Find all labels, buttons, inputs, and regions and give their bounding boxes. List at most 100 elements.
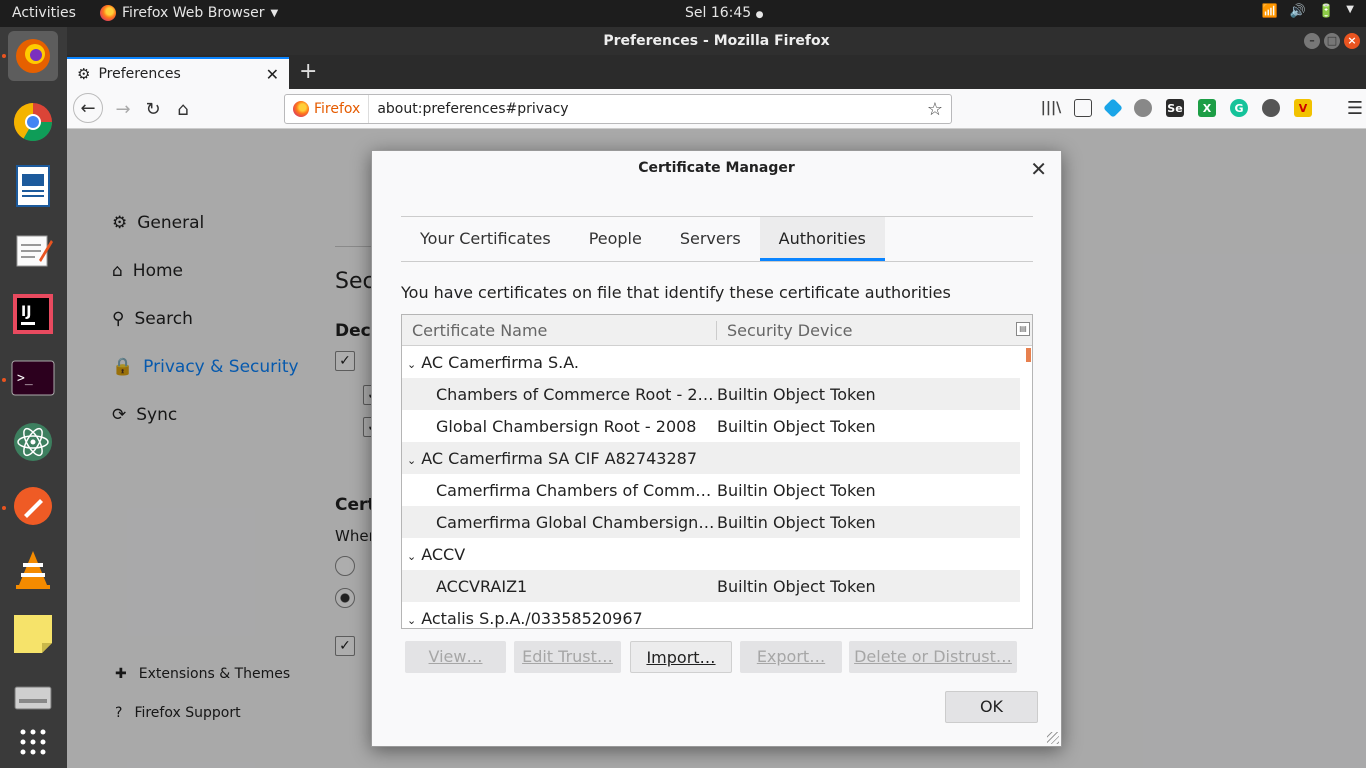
excel-icon[interactable]: X: [1198, 99, 1216, 117]
globe-icon[interactable]: [1134, 99, 1152, 117]
notepad-icon: [16, 235, 53, 267]
hamburger-menu-icon[interactable]: ☰: [1346, 98, 1364, 119]
grammarly-icon[interactable]: G: [1230, 99, 1248, 117]
extension-cube-icon[interactable]: [1103, 98, 1123, 118]
tab-title: Preferences: [98, 66, 181, 82]
library-icon[interactable]: |||\: [1041, 99, 1061, 117]
tab-preferences[interactable]: ⚙ Preferences ✕: [67, 57, 289, 89]
chevron-down-icon[interactable]: ⌄: [407, 358, 416, 371]
toolbar-extensions: |||\ Se X G V ☰: [1041, 98, 1364, 119]
close-dialog-button[interactable]: ✕: [1030, 157, 1047, 181]
export-button[interactable]: Export…: [740, 641, 842, 673]
tree-header: Certificate Name Security Device ▤: [402, 315, 1032, 346]
selenium-icon[interactable]: Se: [1166, 99, 1184, 117]
tab-authorities[interactable]: Authorities: [759, 217, 885, 261]
tree-row[interactable]: Camerfirma Global Chambersign Root Built…: [402, 506, 1020, 538]
firefox-icon: [293, 101, 309, 117]
resize-grip[interactable]: [1047, 732, 1059, 744]
tree-row-group[interactable]: ⌄ AC Camerfirma SA CIF A82743287: [402, 442, 1020, 474]
navigation-toolbar: ← → ↻ ⌂ Firefox about:preferences#privac…: [67, 89, 1366, 129]
atom-icon: [14, 423, 52, 461]
reload-button[interactable]: ↻: [139, 95, 167, 123]
dock-sticky-notes[interactable]: [8, 609, 58, 659]
activities-button[interactable]: Activities: [12, 5, 76, 21]
tree-row[interactable]: Camerfirma Chambers of Commerce Root Bui…: [402, 474, 1020, 506]
chevron-down-icon[interactable]: ⌄: [407, 454, 416, 467]
chevron-down-icon[interactable]: ⌄: [407, 614, 416, 627]
dock-intellij[interactable]: IJ: [8, 289, 58, 339]
chevron-down-icon: ▼: [1346, 4, 1354, 15]
window-title: Preferences - Mozilla Firefox: [603, 33, 830, 49]
window-controls: – □ ×: [1304, 33, 1360, 49]
dock-files[interactable]: [8, 673, 58, 723]
tab-people[interactable]: People: [570, 217, 661, 261]
clock[interactable]: Sel 16:45 ●: [685, 5, 764, 21]
tree-body: ⌄ AC Camerfirma S.A. Chambers of Commerce…: [402, 346, 1032, 628]
security-device: Builtin Object Token: [717, 416, 876, 436]
column-header-security-device[interactable]: Security Device: [716, 320, 1032, 340]
column-picker-icon[interactable]: ▤: [1016, 322, 1030, 336]
maximize-button[interactable]: □: [1324, 33, 1340, 49]
url-input[interactable]: about:preferences#privacy: [369, 101, 927, 117]
notification-dot-icon: ●: [755, 10, 764, 20]
certificate-tree[interactable]: Certificate Name Security Device ▤ ⌄ AC C…: [401, 314, 1033, 629]
tab-servers[interactable]: Servers: [661, 217, 760, 261]
certificate-manager-dialog: Certificate Manager ✕ Your Certificates …: [371, 150, 1062, 747]
tree-row-group[interactable]: ⌄ AC Camerfirma S.A.: [402, 346, 1020, 378]
drive-icon: [14, 686, 52, 710]
group-name: AC Camerfirma SA CIF A82743287: [421, 448, 698, 468]
url-bar[interactable]: Firefox about:preferences#privacy ☆: [284, 94, 952, 124]
bookmark-star-icon[interactable]: ☆: [927, 99, 951, 120]
chevron-down-icon[interactable]: ⌄: [407, 550, 416, 563]
tree-row[interactable]: ACCVRAIZ1 Builtin Object Token: [402, 570, 1020, 602]
v-extension-icon[interactable]: V: [1294, 99, 1312, 117]
certificate-name: Chambers of Commerce Root - 2008: [436, 384, 716, 404]
import-button[interactable]: Import…: [630, 641, 732, 673]
back-button[interactable]: ←: [73, 93, 103, 123]
close-window-button[interactable]: ×: [1344, 33, 1360, 49]
close-tab-icon[interactable]: ✕: [266, 65, 279, 84]
tree-row-group[interactable]: ⌄ ACCV: [402, 538, 1020, 570]
dock-chrome[interactable]: [8, 97, 58, 147]
dock-text-editor[interactable]: [8, 225, 58, 275]
battery-icon: 🔋: [1318, 4, 1335, 19]
view-button[interactable]: View…: [405, 641, 506, 673]
dock-postman[interactable]: [8, 481, 58, 531]
sidebar-icon[interactable]: [1074, 99, 1092, 117]
svg-text:>_: >_: [17, 371, 33, 386]
svg-text:IJ: IJ: [21, 304, 31, 320]
edit-trust-button[interactable]: Edit Trust…: [514, 641, 621, 673]
ubuntu-dock: IJ >_: [0, 27, 67, 768]
home-button[interactable]: ⌂: [169, 95, 197, 123]
ok-button[interactable]: OK: [945, 691, 1038, 723]
group-name: Actalis S.p.A./03358520967: [421, 608, 643, 628]
dock-atom[interactable]: [8, 417, 58, 467]
tree-row-group[interactable]: ⌄ Actalis S.p.A./03358520967: [402, 602, 1020, 628]
column-header-certificate-name[interactable]: Certificate Name: [402, 321, 716, 340]
gear-icon: ⚙: [77, 65, 91, 83]
identity-box[interactable]: Firefox: [285, 95, 370, 123]
security-device: Builtin Object Token: [717, 512, 876, 532]
dock-firefox[interactable]: [8, 31, 58, 81]
certificate-tabs: Your Certificates People Servers Authori…: [401, 216, 1033, 262]
new-tab-button[interactable]: +: [299, 61, 317, 83]
security-device: Builtin Object Token: [717, 384, 876, 404]
window-title-bar[interactable]: Preferences - Mozilla Firefox – □ ×: [67, 27, 1366, 55]
tree-row[interactable]: Chambers of Commerce Root - 2008 Builtin…: [402, 378, 1020, 410]
wifi-icon: 📶: [1261, 4, 1278, 19]
running-indicator: [2, 378, 6, 382]
app-menu[interactable]: Firefox Web Browser ▼: [100, 5, 278, 21]
tab-your-certificates[interactable]: Your Certificates: [401, 217, 570, 261]
system-tray[interactable]: 📶 🔊 🔋 ▼: [1262, 4, 1354, 19]
minimize-button[interactable]: –: [1304, 33, 1320, 49]
forward-button[interactable]: →: [109, 95, 137, 123]
dock-terminal[interactable]: >_: [8, 353, 58, 403]
dock-vlc[interactable]: [8, 545, 58, 595]
dock-libreoffice-writer[interactable]: [8, 161, 58, 211]
tree-row[interactable]: Global Chambersign Root - 2008 Builtin O…: [402, 410, 1020, 442]
delete-distrust-button[interactable]: Delete or Distrust…: [849, 641, 1017, 673]
tree-scrollbar[interactable]: [1026, 348, 1031, 362]
sticky-note-icon: [14, 615, 52, 653]
show-applications-button[interactable]: [8, 717, 58, 767]
incognito-icon[interactable]: [1262, 99, 1280, 117]
